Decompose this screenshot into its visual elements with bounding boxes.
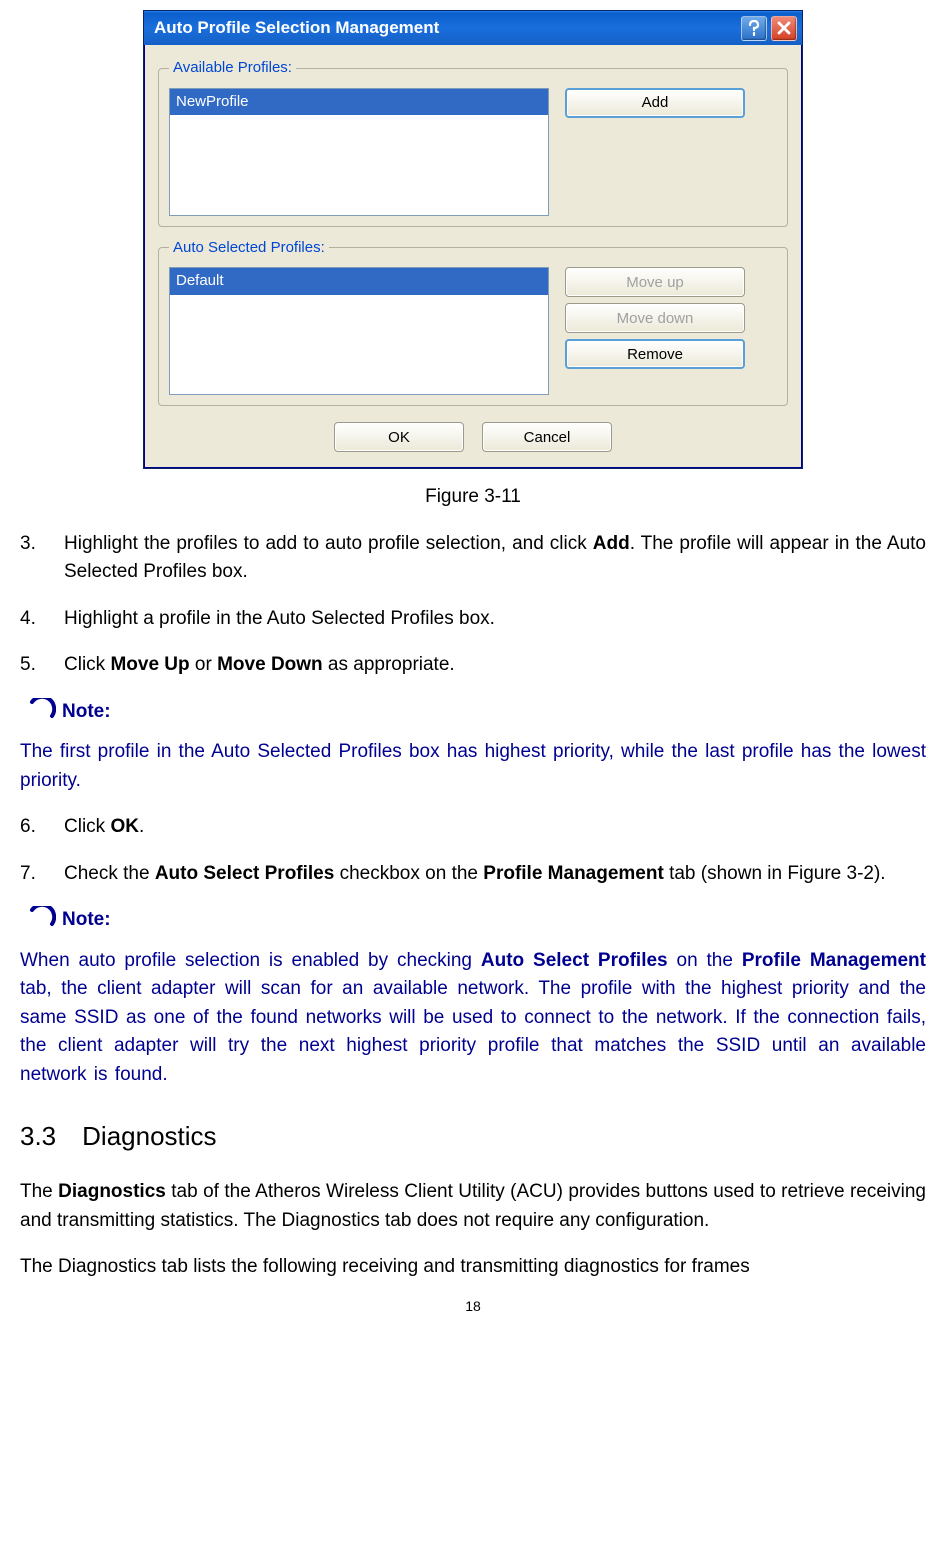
dialog-title: Auto Profile Selection Management (154, 15, 439, 41)
step-body: Click OK. (64, 813, 926, 842)
note-icon (28, 906, 56, 934)
list-item[interactable]: NewProfile (170, 89, 548, 116)
step-body: Highlight a profile in the Auto Selected… (64, 605, 926, 634)
available-legend: Available Profiles: (169, 57, 296, 80)
dialog-titlebar: Auto Profile Selection Management (144, 11, 802, 45)
note-paragraph: When auto profile selection is enabled b… (20, 947, 926, 1090)
step-body: Check the Auto Select Profiles checkbox … (64, 860, 926, 889)
note-heading: Note: (28, 906, 926, 935)
body-paragraph: The Diagnostics tab of the Atheros Wirel… (20, 1178, 926, 1235)
help-icon (747, 20, 761, 36)
figure-caption: Figure 3-11 (20, 483, 926, 512)
step-number: 5. (20, 651, 64, 680)
help-button[interactable] (741, 16, 767, 41)
available-profiles-group: Available Profiles: NewProfile Add (158, 57, 788, 227)
step-number: 4. (20, 605, 64, 634)
step-number: 3. (20, 530, 64, 587)
cancel-button[interactable]: Cancel (482, 422, 612, 452)
page-number: 18 (20, 1296, 926, 1317)
section-heading: 3.3 Diagnostics (20, 1117, 926, 1156)
note-icon (28, 698, 56, 726)
note-paragraph: The first profile in the Auto Selected P… (20, 738, 926, 795)
selected-legend: Auto Selected Profiles: (169, 237, 329, 260)
add-button[interactable]: Add (565, 88, 745, 118)
step-number: 7. (20, 860, 64, 889)
note-label: Note: (62, 698, 111, 727)
list-item[interactable]: Default (170, 268, 548, 295)
note-label: Note: (62, 906, 111, 935)
note-heading: Note: (28, 698, 926, 727)
auto-selected-profiles-list[interactable]: Default (169, 267, 549, 395)
available-profiles-list[interactable]: NewProfile (169, 88, 549, 216)
dialog-auto-profile: Auto Profile Selection Management Availa… (143, 10, 803, 469)
ok-button[interactable]: OK (334, 422, 464, 452)
remove-button[interactable]: Remove (565, 339, 745, 369)
move-up-button[interactable]: Move up (565, 267, 745, 297)
step-body: Highlight the profiles to add to auto pr… (64, 530, 926, 587)
step-body: Click Move Up or Move Down as appropriat… (64, 651, 926, 680)
move-down-button[interactable]: Move down (565, 303, 745, 333)
body-paragraph: The Diagnostics tab lists the following … (20, 1253, 926, 1282)
close-button[interactable] (771, 16, 797, 41)
step-number: 6. (20, 813, 64, 842)
close-icon (777, 21, 791, 35)
auto-selected-profiles-group: Auto Selected Profiles: Default Move up … (158, 237, 788, 407)
